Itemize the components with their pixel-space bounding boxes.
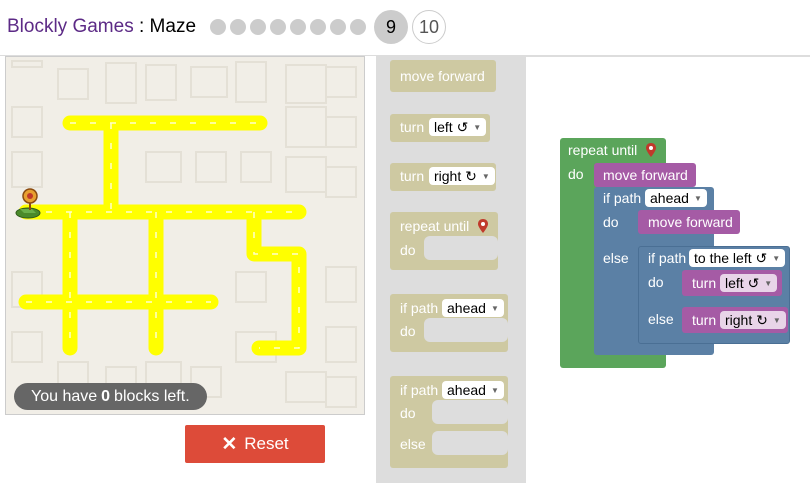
toolbox-repeat-until-label: repeat until xyxy=(400,218,470,234)
if-left-else-label: else xyxy=(648,311,674,327)
capacity-suffix: blocks left. xyxy=(114,387,190,405)
turn-left-dropdown[interactable]: left ↺ ▼ xyxy=(720,274,778,292)
toolbox-turn-right-dropdown[interactable]: right ↻ ▼ xyxy=(429,167,495,185)
toolbox-move-forward-label: move forward xyxy=(400,68,485,84)
turn-right-label: turn xyxy=(692,312,717,328)
toolbox-if-else-dropdown[interactable]: ahead ▼ xyxy=(442,381,504,399)
level-next-button[interactable]: 10 xyxy=(412,10,446,44)
page-title: Blockly Games : Maze xyxy=(7,16,196,38)
level-dot-2[interactable] xyxy=(230,19,246,35)
level-dot-3[interactable] xyxy=(250,19,266,35)
if-path-left-dropdown[interactable]: to the left ↺ ▼ xyxy=(689,249,786,267)
move-forward-label-1: move forward xyxy=(603,167,688,183)
level-selector: 9 10 xyxy=(210,10,446,44)
reset-button[interactable]: ✕ Reset xyxy=(185,425,325,463)
toolbox-if-path-dropdown[interactable]: ahead ▼ xyxy=(442,299,504,317)
level-dot-7[interactable] xyxy=(330,19,346,35)
toolbox-turn-left-label: turn xyxy=(400,119,425,135)
level-dot-8[interactable] xyxy=(350,19,366,35)
turn-left-label: turn xyxy=(692,275,717,291)
map-pin-icon xyxy=(646,143,656,157)
capacity-bubble: You have 0 blocks left. xyxy=(14,383,207,410)
maze-path xyxy=(18,115,307,356)
toolbox-repeat-do-label: do xyxy=(400,242,416,258)
toolbox-if-do-label: do xyxy=(400,323,416,339)
level-dot-6[interactable] xyxy=(310,19,326,35)
game-title: Maze xyxy=(149,16,197,37)
if-else-label: else xyxy=(603,250,629,266)
if-path-label: if path xyxy=(603,190,642,206)
toolbox-if-else-else-label: else xyxy=(400,436,426,452)
toolbox-if-else-do-label: do xyxy=(400,405,416,421)
toolbox-turn-left-dropdown[interactable]: left ↺ ▼ xyxy=(429,118,487,136)
if-path-left-label: if path xyxy=(648,250,687,266)
repeat-do-label: do xyxy=(568,166,584,182)
if-path-dropdown[interactable]: ahead ▼ xyxy=(645,189,707,207)
move-forward-label-2: move forward xyxy=(648,214,733,230)
reset-label: Reset xyxy=(244,434,289,453)
level-dot-1[interactable] xyxy=(210,19,226,35)
pegman-icon xyxy=(15,188,41,219)
level-current-button[interactable]: 9 xyxy=(374,10,408,44)
if-do-label: do xyxy=(603,214,619,230)
toolbox-turn-right-label: turn xyxy=(400,168,425,184)
if-left-do-label: do xyxy=(648,274,664,290)
workspace-divider xyxy=(526,56,810,57)
level-dot-5[interactable] xyxy=(290,19,306,35)
title-separator: : xyxy=(133,16,150,37)
maze-canvas: You have 0 blocks left. xyxy=(5,56,365,415)
maze-graphic xyxy=(11,60,357,408)
capacity-count: 0 xyxy=(101,387,111,405)
header: Blockly Games : Maze 9 10 xyxy=(0,0,810,56)
map-pin-icon xyxy=(478,219,488,233)
toolbox-flyout: move forward turn left ↺ ▼ turn right ↻ ▼ … xyxy=(376,56,526,483)
close-icon: ✕ xyxy=(221,433,238,455)
repeat-until-label: repeat until xyxy=(568,142,638,158)
capacity-prefix: You have xyxy=(31,387,98,405)
app-title-link[interactable]: Blockly Games xyxy=(7,16,134,37)
turn-right-dropdown[interactable]: right ↻ ▼ xyxy=(720,311,786,329)
level-dot-4[interactable] xyxy=(270,19,286,35)
toolbox-if-path-label: if path xyxy=(400,300,439,316)
toolbox-if-else-label: if path xyxy=(400,382,439,398)
